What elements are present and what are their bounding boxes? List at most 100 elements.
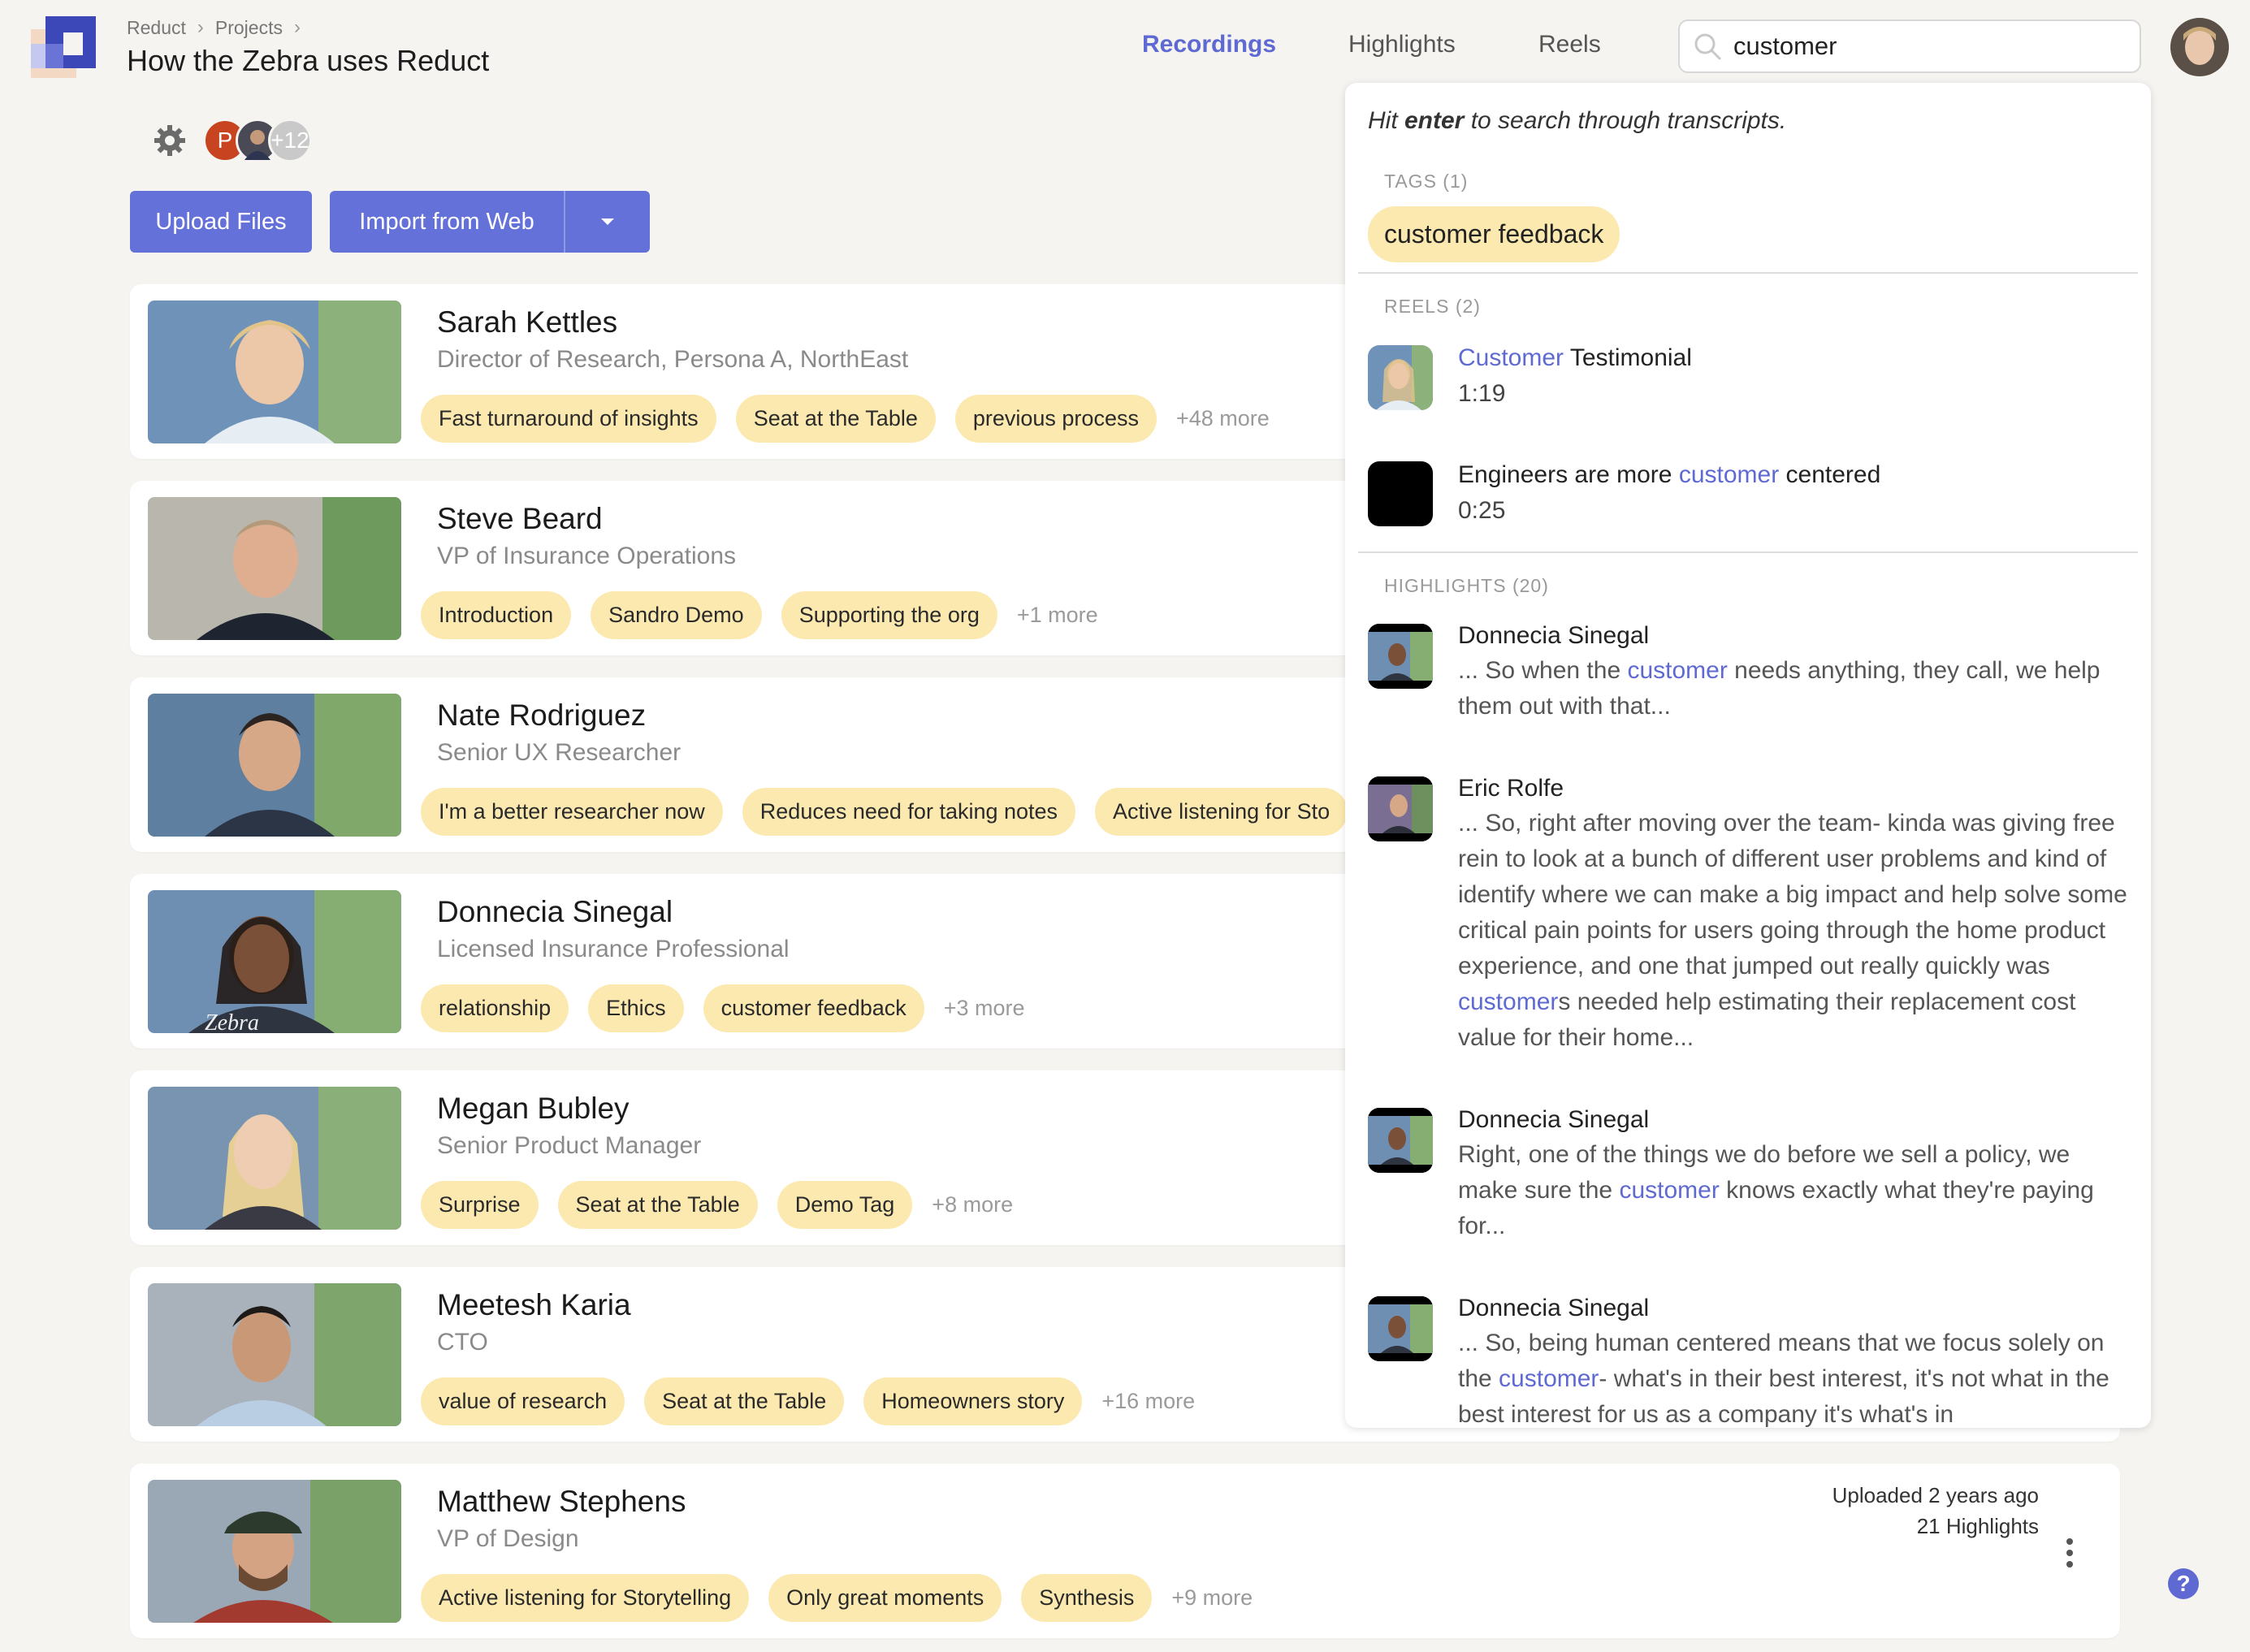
tag-chip[interactable]: Seat at the Table <box>644 1377 845 1425</box>
tab-reels[interactable]: Reels <box>1538 31 1601 58</box>
more-options-icon[interactable] <box>2063 1537 2076 1569</box>
recording-thumbnail[interactable] <box>148 497 401 640</box>
recording-name[interactable]: Sarah Kettles <box>437 305 617 339</box>
help-button[interactable]: ? <box>2168 1568 2199 1599</box>
search-box[interactable] <box>1678 19 2141 73</box>
recording-meta: Uploaded 2 years ago 21 Highlights <box>1832 1480 2039 1542</box>
tags-section-label: TAGS (1) <box>1384 171 1469 192</box>
recording-thumbnail[interactable] <box>148 1087 401 1230</box>
tag-chip[interactable]: Homeowners story <box>863 1377 1083 1425</box>
tag-chip[interactable]: Active listening for Storytelling <box>421 1574 750 1622</box>
tag-chip[interactable]: Seat at the Table <box>557 1181 758 1229</box>
search-input[interactable] <box>1732 31 2125 62</box>
upload-files-button[interactable]: Upload Files <box>130 191 312 253</box>
tag-chip[interactable]: previous process <box>954 395 1157 443</box>
recording-thumbnail[interactable] <box>148 301 401 443</box>
highlight-thumbnail <box>1368 1108 1433 1173</box>
caret-down-icon <box>601 218 614 225</box>
tag-chip[interactable]: Surprise <box>421 1181 539 1229</box>
recording-thumbnail[interactable] <box>148 1480 401 1623</box>
tag-list: Surprise Seat at the Table Demo Tag +8 m… <box>421 1181 1013 1229</box>
tag-chip[interactable]: Reduces need for taking notes <box>742 788 1076 836</box>
reels-section-label: REELS (2) <box>1384 296 1481 317</box>
highlight-thumbnail <box>1368 776 1433 841</box>
tag-chip[interactable]: Supporting the org <box>781 591 997 639</box>
recording-name[interactable]: Nate Rodriguez <box>437 698 646 733</box>
tag-chip[interactable]: Fast turnaround of insights <box>421 395 716 443</box>
more-tags-link[interactable]: +48 more <box>1176 406 1270 431</box>
tag-list: Fast turnaround of insights Seat at the … <box>421 395 1270 443</box>
recording-role: VP of Design <box>437 1525 579 1552</box>
search-results-dropdown: Hit enter to search through transcripts.… <box>1345 83 2151 1428</box>
highlights-section-label: HIGHLIGHTS (20) <box>1384 575 1549 596</box>
reel-duration: 1:19 <box>1458 380 1506 407</box>
tag-chip[interactable]: Sandro Demo <box>591 591 762 639</box>
member-avatars[interactable]: P +12 <box>203 119 312 162</box>
recording-name[interactable]: Meetesh Karia <box>437 1288 631 1322</box>
gear-icon[interactable] <box>153 123 187 158</box>
highlight-snippet: ... So, right after moving over the team… <box>1458 810 2127 1051</box>
recording-role: Licensed Insurance Professional <box>437 936 790 962</box>
reduct-logo <box>31 16 96 78</box>
import-from-web-button[interactable]: Import from Web <box>330 191 564 253</box>
recording-role: VP of Insurance Operations <box>437 543 736 569</box>
highlight-speaker: Donnecia Sinegal <box>1458 1295 1650 1321</box>
tag-chip[interactable]: Only great moments <box>768 1574 1002 1622</box>
tab-highlights[interactable]: Highlights <box>1348 31 1456 58</box>
member-count-badge: +12 <box>268 119 312 162</box>
recording-name[interactable]: Donnecia Sinegal <box>437 895 673 929</box>
reel-duration: 0:25 <box>1458 497 1506 524</box>
tag-chip[interactable]: Introduction <box>421 591 572 639</box>
recording-name[interactable]: Matthew Stephens <box>437 1485 686 1519</box>
recording-thumbnail[interactable] <box>148 1283 401 1426</box>
tag-chip[interactable]: I'm a better researcher now <box>421 788 723 836</box>
recording-thumbnail[interactable] <box>148 694 401 837</box>
tag-chip[interactable]: relationship <box>421 984 569 1032</box>
tag-result[interactable]: customer feedback <box>1368 206 1620 262</box>
highlight-thumbnail <box>1368 624 1433 689</box>
tag-chip[interactable]: Ethics <box>588 984 684 1032</box>
tab-recordings[interactable]: Recordings <box>1142 31 1276 58</box>
search-icon <box>1694 33 1721 60</box>
more-tags-link[interactable]: +16 more <box>1101 1389 1195 1414</box>
breadcrumb-item-reduct[interactable]: Reduct <box>127 17 186 39</box>
recording-role: Senior Product Manager <box>437 1132 702 1159</box>
recording-name[interactable]: Megan Bubley <box>437 1092 630 1126</box>
tag-list: Active listening for Storytelling Only g… <box>421 1574 1253 1622</box>
tag-list: relationship Ethics customer feedback +3… <box>421 984 1025 1032</box>
user-avatar[interactable] <box>2170 18 2229 76</box>
upload-date: Uploaded 2 years ago <box>1832 1483 2039 1507</box>
recording-name[interactable]: Steve Beard <box>437 502 603 536</box>
tag-list: I'm a better researcher now Reduces need… <box>421 788 1348 836</box>
recording-role: Director of Research, Persona A, NorthEa… <box>437 346 909 373</box>
highlight-snippet: ... So when the customer needs anything,… <box>1458 657 2101 720</box>
more-tags-link[interactable]: +9 more <box>1171 1585 1253 1611</box>
highlight-speaker: Donnecia Sinegal <box>1458 1106 1650 1133</box>
more-tags-link[interactable]: +8 more <box>932 1192 1013 1217</box>
chevron-right-icon: › <box>293 16 301 38</box>
import-options-button[interactable] <box>564 191 650 253</box>
tag-chip[interactable]: Active listening for Sto <box>1095 788 1348 836</box>
reel-title: Customer Testimonial <box>1458 344 1692 371</box>
recording-thumbnail[interactable]: Zebra <box>148 890 401 1033</box>
recording-role: CTO <box>437 1329 488 1356</box>
recording-role: Senior UX Researcher <box>437 739 681 766</box>
divider <box>1358 551 2138 553</box>
tag-chip[interactable]: value of research <box>421 1377 625 1425</box>
tag-chip[interactable]: Synthesis <box>1021 1574 1153 1622</box>
tag-chip[interactable]: Seat at the Table <box>735 395 936 443</box>
reel-thumbnail <box>1368 345 1433 410</box>
svg-text:Zebra: Zebra <box>205 1010 259 1033</box>
more-tags-link[interactable]: +1 more <box>1017 603 1098 628</box>
recording-card[interactable]: Matthew Stephens VP of Design Active lis… <box>130 1464 2120 1638</box>
tag-list: Introduction Sandro Demo Supporting the … <box>421 591 1098 639</box>
tag-chip[interactable]: customer feedback <box>703 984 924 1032</box>
highlight-speaker: Eric Rolfe <box>1458 775 1564 802</box>
breadcrumb: Reduct › Projects › <box>127 16 301 39</box>
reel-title: Engineers are more customer centered <box>1458 461 1881 488</box>
search-hint: Hit enter to search through transcripts. <box>1368 107 1787 134</box>
more-tags-link[interactable]: +3 more <box>944 996 1025 1021</box>
breadcrumb-item-projects[interactable]: Projects <box>215 17 283 39</box>
page-title: How the Zebra uses Reduct <box>127 44 490 77</box>
tag-chip[interactable]: Demo Tag <box>777 1181 913 1229</box>
